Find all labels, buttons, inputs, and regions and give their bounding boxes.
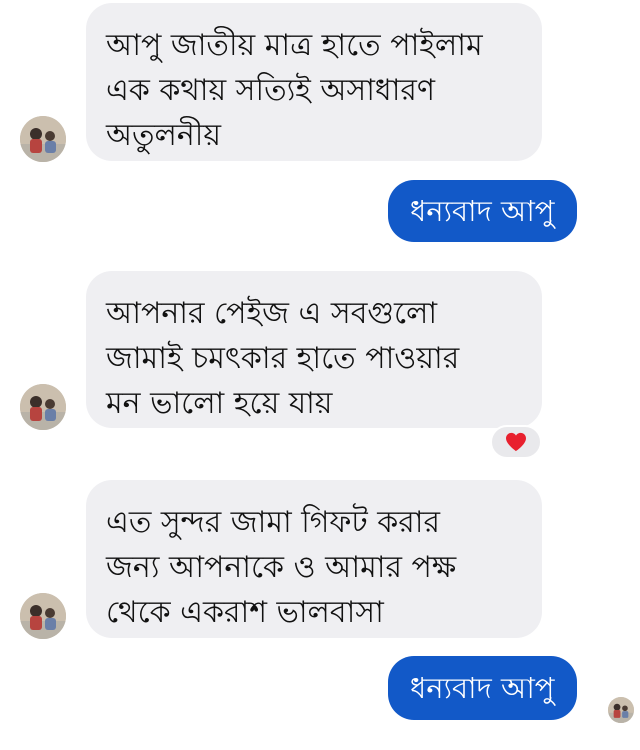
message-text-line: এত সুন্দর জামা গিফট করার	[106, 505, 440, 540]
incoming-message-bubble[interactable]: আপু জাতীয় মাত্র হাতে পাইলাম এক কথায় সত…	[86, 3, 542, 161]
avatar-photo-icon	[20, 384, 66, 430]
sender-avatar[interactable]	[20, 384, 66, 430]
avatar-photo-icon	[20, 116, 66, 162]
sender-avatar[interactable]	[20, 593, 66, 639]
heart-icon	[506, 432, 526, 452]
avatar-photo-icon	[608, 697, 634, 723]
outgoing-message-bubble[interactable]: ধন্যবাদ আপু	[388, 180, 577, 242]
avatar-photo-icon	[20, 593, 66, 639]
incoming-message-bubble[interactable]: আপনার পেইজ এ সবগুলো জামাই চমৎকার হাতে পা…	[86, 271, 542, 428]
message-text-line: থেকে একরাশ ভালবাসা	[106, 595, 384, 630]
outgoing-message-bubble[interactable]: ধন্যবাদ আপু	[388, 656, 577, 720]
incoming-message-bubble[interactable]: এত সুন্দর জামা গিফট করার জন্য আপনাকে ও আ…	[86, 480, 542, 638]
message-text-line: জামাই চমৎকার হাতে পাওয়ার	[106, 341, 460, 376]
message-text-line: এক কথায় সত্যিই অসাধারণ	[106, 73, 436, 108]
sender-avatar[interactable]	[20, 116, 66, 162]
message-text-line: অতুলনীয়	[106, 118, 222, 153]
message-text-line: আপনার পেইজ এ সবগুলো	[106, 296, 438, 331]
message-text-line: জন্য আপনাকে ও আমার পক্ষ	[106, 550, 457, 585]
seen-receipt-avatar	[608, 697, 634, 723]
message-text-line: মন ভালো হয়ে যায়	[106, 386, 333, 421]
message-reaction[interactable]	[490, 425, 542, 459]
message-text-line: আপু জাতীয় মাত্র হাতে পাইলাম	[106, 28, 483, 63]
